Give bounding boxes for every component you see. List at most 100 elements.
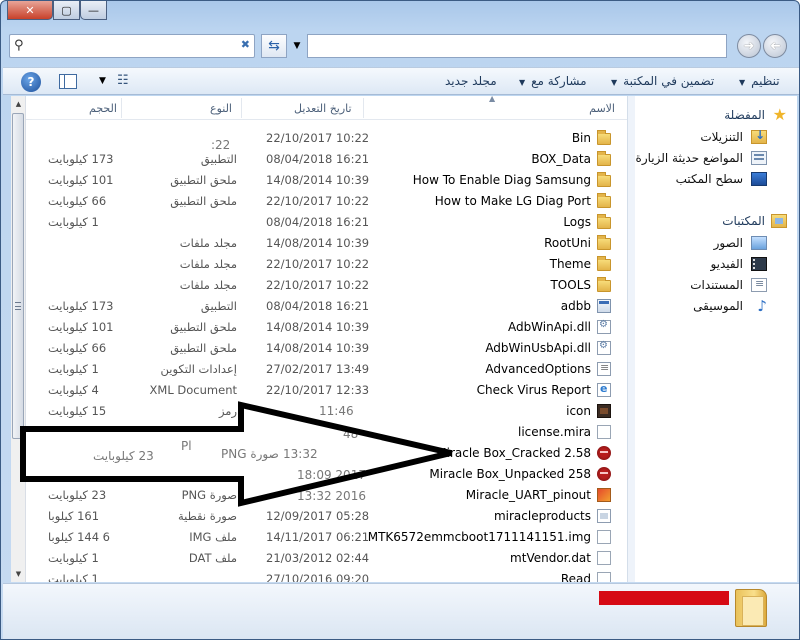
file-row[interactable]: Check Virus Report 22/10/2017 12:33 XML Do… [11,380,627,401]
refresh-icon: ⇆ [268,38,280,54]
file-row[interactable]: Theme 22/10/2017 10:22 مجلد ملفات [11,254,627,275]
nav-favorites[interactable]: ★ المفضلة [724,107,787,123]
nav-item-label: الموسيقى [693,299,743,313]
view-options-dropdown[interactable]: ▼ [99,76,106,86]
file-row[interactable]: Read 27/10/2016 09:20 1 كيلوبايت [11,569,627,582]
file-name: license.mira [517,425,591,439]
file-size: 66 كيلوبايت [48,341,107,355]
file-size: 173 كيلوبايت [48,152,114,166]
change-view-button[interactable]: ☷ [117,73,129,88]
column-size[interactable]: الحجم [89,102,117,115]
nav-item-documents[interactable]: المستندات [690,277,767,292]
img-file-icon [597,530,611,544]
search-input[interactable]: ⚲ ✖ [9,34,255,58]
include-in-library-label: تضمين في المكتبة [623,74,715,88]
nav-item-desktop[interactable]: سطح المكتب [676,172,767,186]
refresh-button[interactable]: ⇆ [261,34,287,58]
nav-item-recent-places[interactable]: المواضع حديثة الزيارة [636,151,767,165]
file-row[interactable]: AdvancedOptions 27/02/2017 13:49 إعدادات ا… [11,359,627,380]
file-row[interactable]: adbb 08/04/2018 16:21 التطبيق 173 كيلوبايت [11,296,627,317]
minimize-button[interactable]: — [80,1,107,20]
vertical-scrollbar[interactable]: ▲ ▼ [11,96,26,582]
window-controls: ✕ ▢ — [7,1,107,21]
column-type[interactable]: النوع [210,102,232,115]
new-folder-button[interactable]: مجلد جديد [445,74,497,88]
arrow-right-icon: ➜ [743,38,755,54]
nav-favorites-label: المفضلة [724,108,765,122]
file-row[interactable]: miracleproducts 12/09/2017 05:28 صورة نقطي… [11,506,627,527]
search-arrow-icon[interactable]: ✖ [241,38,250,51]
nav-libraries[interactable]: المكتبات [722,214,787,228]
miracle-app-icon [597,467,611,481]
file-row[interactable]: How to Make LG Diag Port 22/10/2017 10:22… [11,191,627,212]
nav-item-pictures[interactable]: الصور [714,236,767,250]
file-row[interactable]: Logs 08/04/2018 16:21 1 كيلوبايت [11,212,627,233]
file-name: Miracle Box_Unpacked 258 [429,467,591,481]
close-button[interactable]: ✕ [7,1,53,20]
file-name: Read [560,572,591,582]
folder-icon [597,151,611,166]
pane-divider[interactable] [627,96,635,582]
address-history-dropdown[interactable]: ▼ [289,34,305,58]
file-row[interactable]: MTK6572emmcboot1711141151.img 14/11/2017 … [11,527,627,548]
folder-icon [597,172,611,187]
file-row[interactable]: BOX_Data 08/04/2018 16:21 التطبيق 173 كيلوب… [11,149,627,170]
file-name-cell: RootUni [544,235,611,250]
scroll-up-button[interactable]: ▲ [11,96,26,112]
file-type: ملحق التطبيق [170,341,237,355]
folder-icon [597,130,611,145]
file-row[interactable]: RootUni 14/08/2014 10:39 مجلد ملفات [11,233,627,254]
organize-label: تنظيم [751,74,780,88]
folder-icon [597,214,611,229]
scroll-down-button[interactable]: ▼ [11,566,26,582]
organize-menu[interactable]: تنظيم ▼ [739,74,780,88]
file-type: صورة PNG [181,488,237,502]
file-name: icon [566,404,591,418]
folder-icon [597,277,611,292]
forward-button[interactable]: ➜ [737,34,761,58]
file-type: ملحق التطبيق [170,173,237,187]
scrollbar-thumb[interactable] [12,113,24,439]
file-row[interactable]: TOOLS 22/10/2017 10:22 مجلد ملفات [11,275,627,296]
column-name[interactable]: الاسم [589,102,615,115]
help-button[interactable]: ? [21,72,41,92]
nav-item-music[interactable]: ♪ الموسيقى [693,297,767,315]
file-row[interactable]: license.mira [11,422,627,443]
file-date-modified: 14/08/2014 10:39 [266,236,370,250]
file-row[interactable]: AdbWinUsbApi.dll 14/08/2014 10:39 ملحق الت… [11,338,627,359]
column-date-modified[interactable]: تاريخ التعديل [294,102,352,115]
nav-item-videos[interactable]: الفيديو [710,257,767,271]
file-list: ▲ الاسم تاريخ التعديل النوع الحجم Bin 22/… [11,96,627,582]
file-name: Theme [549,257,591,271]
file-row[interactable]: How To Enable Diag Samsung 14/08/2014 10:… [11,170,627,191]
dll-icon [597,340,611,355]
config-icon [597,361,611,376]
overlay-text: صورة PNG [221,447,279,461]
music-icon: ♪ [757,297,767,315]
explorer-window: ✕ ▢ — ⚲ ✖ ⇆ ▼ ➜ ➜ ? ▼ ☷ مجلد جديد مشاركة… [0,0,800,640]
file-type: إعدادات التكوين [160,362,237,376]
file-row[interactable]: AdbWinApi.dll 14/08/2014 10:39 ملحق التطبي… [11,317,627,338]
file-name: How To Enable Diag Samsung [412,173,591,187]
address-bar[interactable] [307,34,727,58]
back-button[interactable]: ➜ [763,34,787,58]
file-name: AdvancedOptions [485,362,591,376]
app-icon-file-icon [597,404,611,418]
desktop-icon [751,172,767,186]
overlay-text: 22: [211,138,231,152]
file-size: 23 كيلوبايت [48,488,107,502]
file-row[interactable]: Bin 22/10/2017 10:22 [11,128,627,149]
details-pane [3,583,799,639]
file-row[interactable]: mtVendor.dat 21/03/2012 02:44 ملف DAT 1 كيل… [11,548,627,569]
file-name-cell: Bin [571,130,611,145]
file-name-cell: Theme [549,256,611,271]
blank-file-icon [597,425,611,439]
file-date-modified: 14/08/2014 10:39 [266,341,370,355]
preview-pane-toggle[interactable] [59,74,77,89]
share-with-menu[interactable]: مشاركة مع ▼ [519,74,587,88]
nav-item-downloads[interactable]: التنزيلات [700,128,767,144]
maximize-button[interactable]: ▢ [53,1,80,20]
nav-libraries-label: المكتبات [722,214,765,228]
include-in-library-menu[interactable]: تضمين في المكتبة ▼ [611,74,714,88]
file-name: Bin [571,131,591,145]
